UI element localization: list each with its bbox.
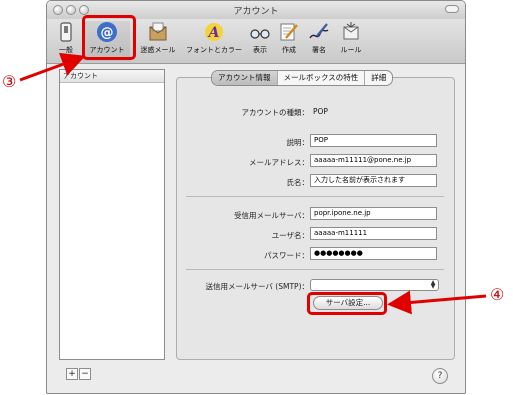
step-4-marker: ④ xyxy=(490,285,505,304)
step-3-marker: ③ xyxy=(2,72,17,91)
arrow-to-accounts xyxy=(19,52,86,82)
arrow-to-server-settings xyxy=(387,290,487,315)
annotation-arrows xyxy=(19,52,487,315)
